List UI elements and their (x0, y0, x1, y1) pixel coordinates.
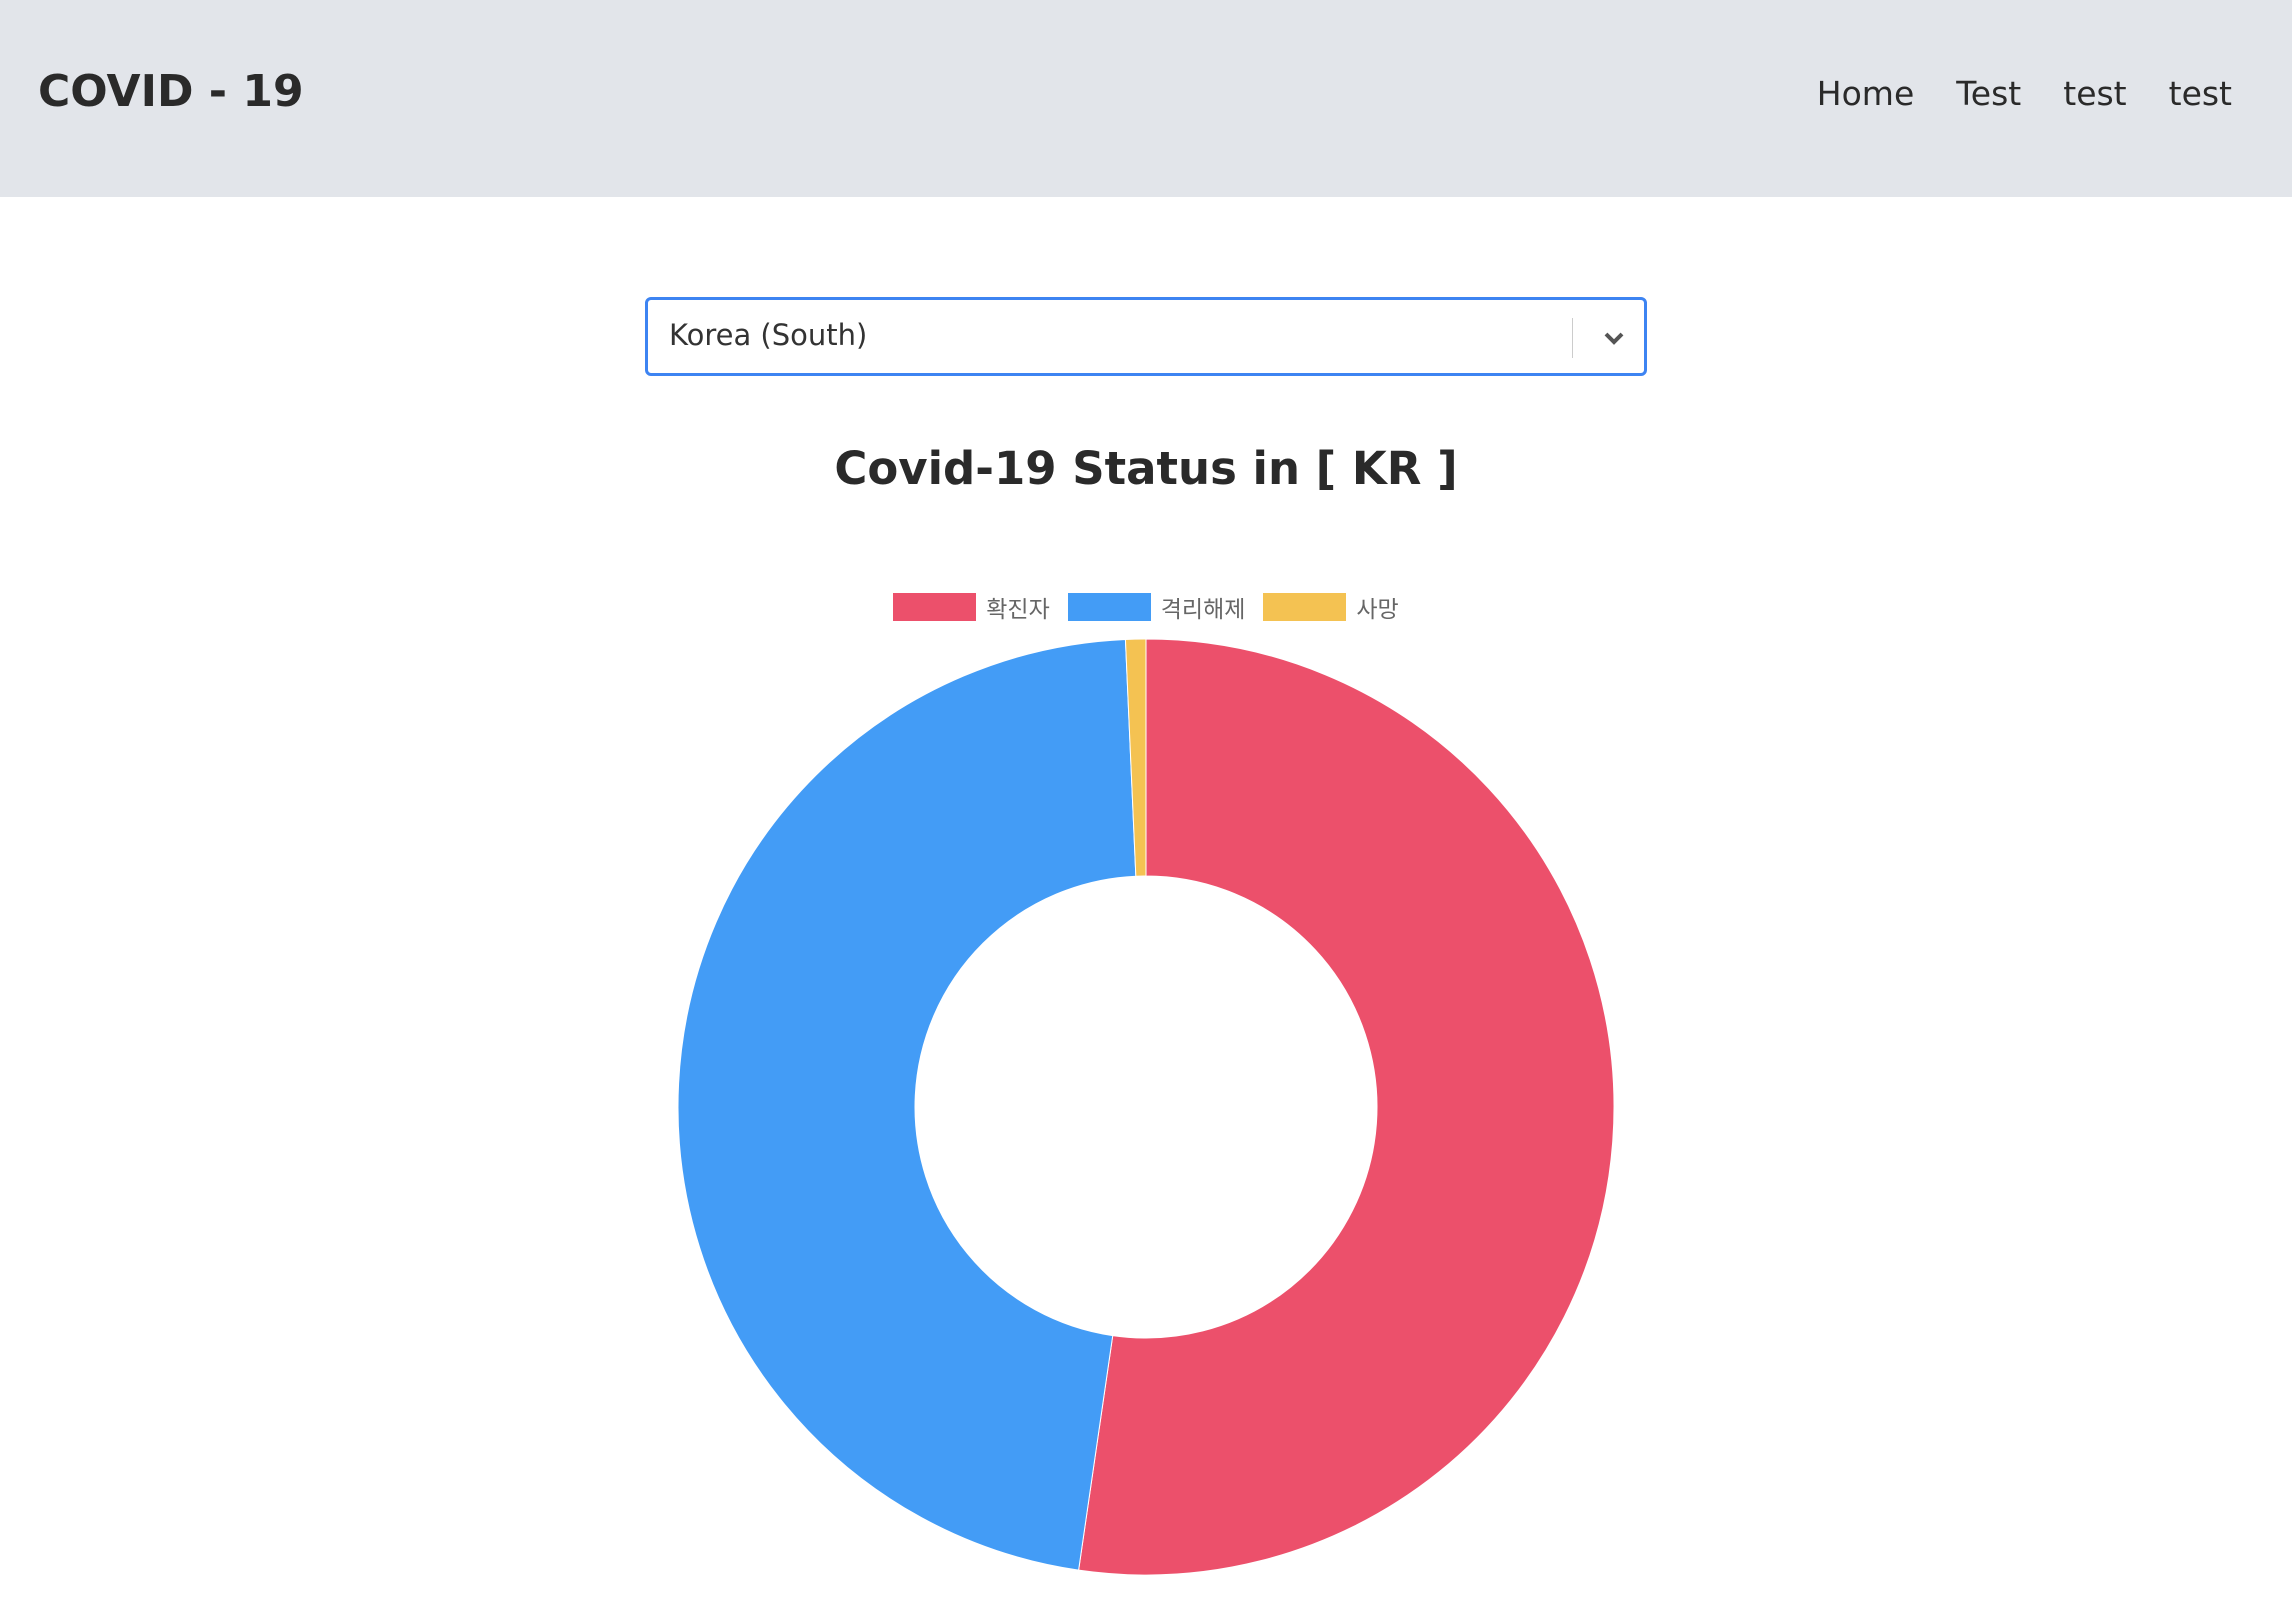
slice-confirmed[interactable] (1078, 638, 1615, 1576)
doughnut-chart (677, 638, 1615, 1576)
slice-recovered[interactable] (677, 638, 1137, 1571)
